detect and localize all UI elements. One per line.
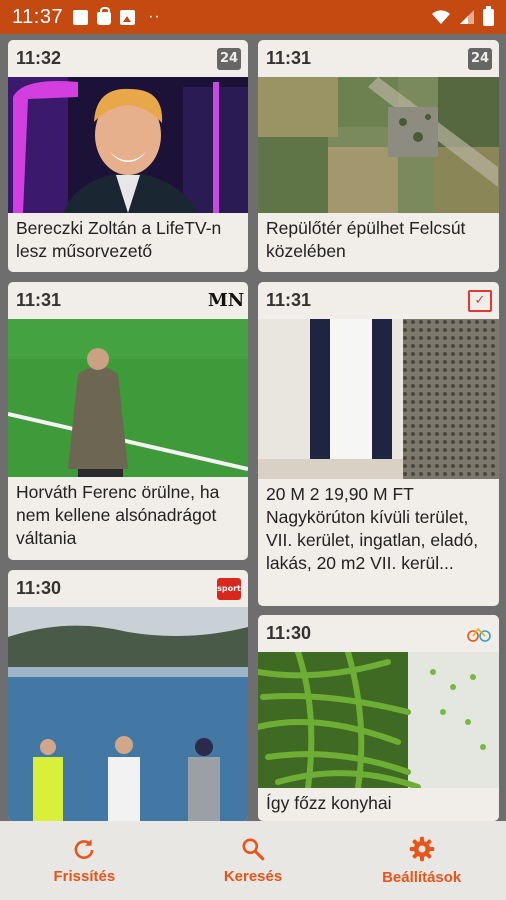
card-header: 11:31 ✓ — [258, 282, 499, 319]
settings-label: Beállítások — [382, 869, 462, 886]
card-thumbnail — [8, 607, 248, 821]
card-header: 11:30 — [258, 615, 499, 652]
notification-icon — [73, 9, 89, 25]
signal-icon — [460, 10, 474, 24]
card-time: 11:30 — [266, 623, 312, 643]
refresh-label: Frissítés — [53, 868, 116, 885]
settings-button[interactable]: Beállítások — [337, 821, 506, 900]
bicycle-icon — [466, 623, 492, 645]
image-icon — [120, 9, 136, 25]
card-time: 11:31 — [266, 48, 312, 68]
battery-icon — [483, 5, 494, 26]
bottom-navigation: Frissítés Keresés Beállítások — [0, 821, 506, 900]
card-thumbnail — [258, 319, 499, 479]
card-header: 11:31 MN — [8, 282, 248, 319]
card-header: 11:31 24 — [258, 40, 499, 77]
refresh-icon — [74, 839, 94, 859]
source-24-icon: 24 — [217, 47, 241, 70]
card-title: Így főzz konyhai — [266, 793, 392, 813]
news-logo-icon: ✓ — [468, 289, 492, 312]
refresh-button[interactable]: Frissítés — [0, 821, 169, 900]
card-title: Bereczki Zoltán a LifeTV-n lesz műsorvez… — [16, 218, 222, 261]
card-thumbnail — [258, 77, 499, 213]
card-time: 11:31 — [16, 290, 62, 310]
shopping-bag-icon — [97, 7, 112, 25]
source-24-icon: 24 — [468, 47, 492, 70]
news-card[interactable]: 11:31 24 Repülőtér épülhet Felcsút közel… — [258, 40, 499, 272]
card-thumbnail — [8, 77, 248, 213]
news-card[interactable]: 11:30 Így főzz konyhai — [258, 615, 499, 821]
news-card[interactable]: 11:31 ✓ 20 M 2 19,90 M FT Nagykörúton kí… — [258, 282, 499, 606]
card-title: 20 M 2 19,90 M FT Nagykörúton kívüli ter… — [266, 484, 479, 573]
card-time: 11:32 — [16, 48, 62, 68]
more-notifications-icon: ·· — [148, 8, 161, 25]
search-button[interactable]: Keresés — [169, 821, 338, 900]
card-thumbnail — [258, 652, 499, 788]
source-mn-icon: MN — [207, 290, 245, 311]
card-title: Horváth Ferenc örülne, ha nem kellene al… — [16, 482, 220, 548]
gear-icon — [409, 836, 434, 862]
search-label: Keresés — [223, 868, 283, 885]
card-title: Repülőtér épülhet Felcsút közelében — [266, 218, 466, 261]
news-card[interactable]: 11:30 sport — [8, 570, 248, 821]
news-card[interactable]: 11:32 24 Bereczki Zoltán a LifeTV-n lesz… — [8, 40, 248, 272]
card-time: 11:31 — [266, 290, 312, 310]
card-thumbnail — [8, 319, 248, 477]
card-header: 11:32 24 — [8, 40, 248, 77]
sport-logo-icon: sport — [217, 577, 241, 600]
news-card[interactable]: 11:31 MN Horváth Ferenc örülne, ha nem k… — [8, 282, 248, 560]
status-bar: 11:37 ·· — [0, 0, 506, 34]
card-time: 11:30 — [16, 578, 62, 598]
search-icon — [242, 838, 265, 861]
status-time: 11:37 — [12, 5, 64, 28]
wifi-icon — [432, 10, 450, 24]
card-header: 11:30 sport — [8, 570, 248, 607]
